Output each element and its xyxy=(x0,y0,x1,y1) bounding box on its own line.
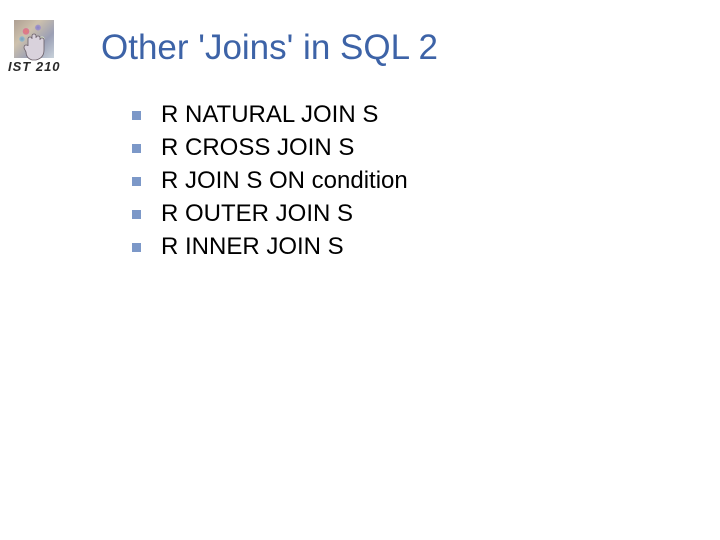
header: IST 210 Other 'Joins' in SQL 2 xyxy=(0,0,720,75)
slide-title: Other 'Joins' in SQL 2 xyxy=(101,28,438,68)
bullet-list: R NATURAL JOIN S R CROSS JOIN S R JOIN S… xyxy=(132,101,720,261)
bullet-icon xyxy=(132,177,141,186)
bullet-icon xyxy=(132,243,141,252)
list-item-text: R OUTER JOIN S xyxy=(161,200,353,228)
logo-label: IST 210 xyxy=(8,59,61,74)
logo: IST 210 xyxy=(8,20,83,75)
bullet-icon xyxy=(132,144,141,153)
list-item: R CROSS JOIN S xyxy=(132,134,720,162)
list-item-text: R NATURAL JOIN S xyxy=(161,101,378,129)
list-item: R OUTER JOIN S xyxy=(132,200,720,228)
list-item-text: R JOIN S ON condition xyxy=(161,167,408,195)
list-item: R NATURAL JOIN S xyxy=(132,101,720,129)
list-item: R INNER JOIN S xyxy=(132,233,720,261)
list-item: R JOIN S ON condition xyxy=(132,167,720,195)
hand-icon xyxy=(22,32,46,62)
list-item-text: R CROSS JOIN S xyxy=(161,134,354,162)
bullet-icon xyxy=(132,210,141,219)
list-item-text: R INNER JOIN S xyxy=(161,233,344,261)
bullet-icon xyxy=(132,111,141,120)
